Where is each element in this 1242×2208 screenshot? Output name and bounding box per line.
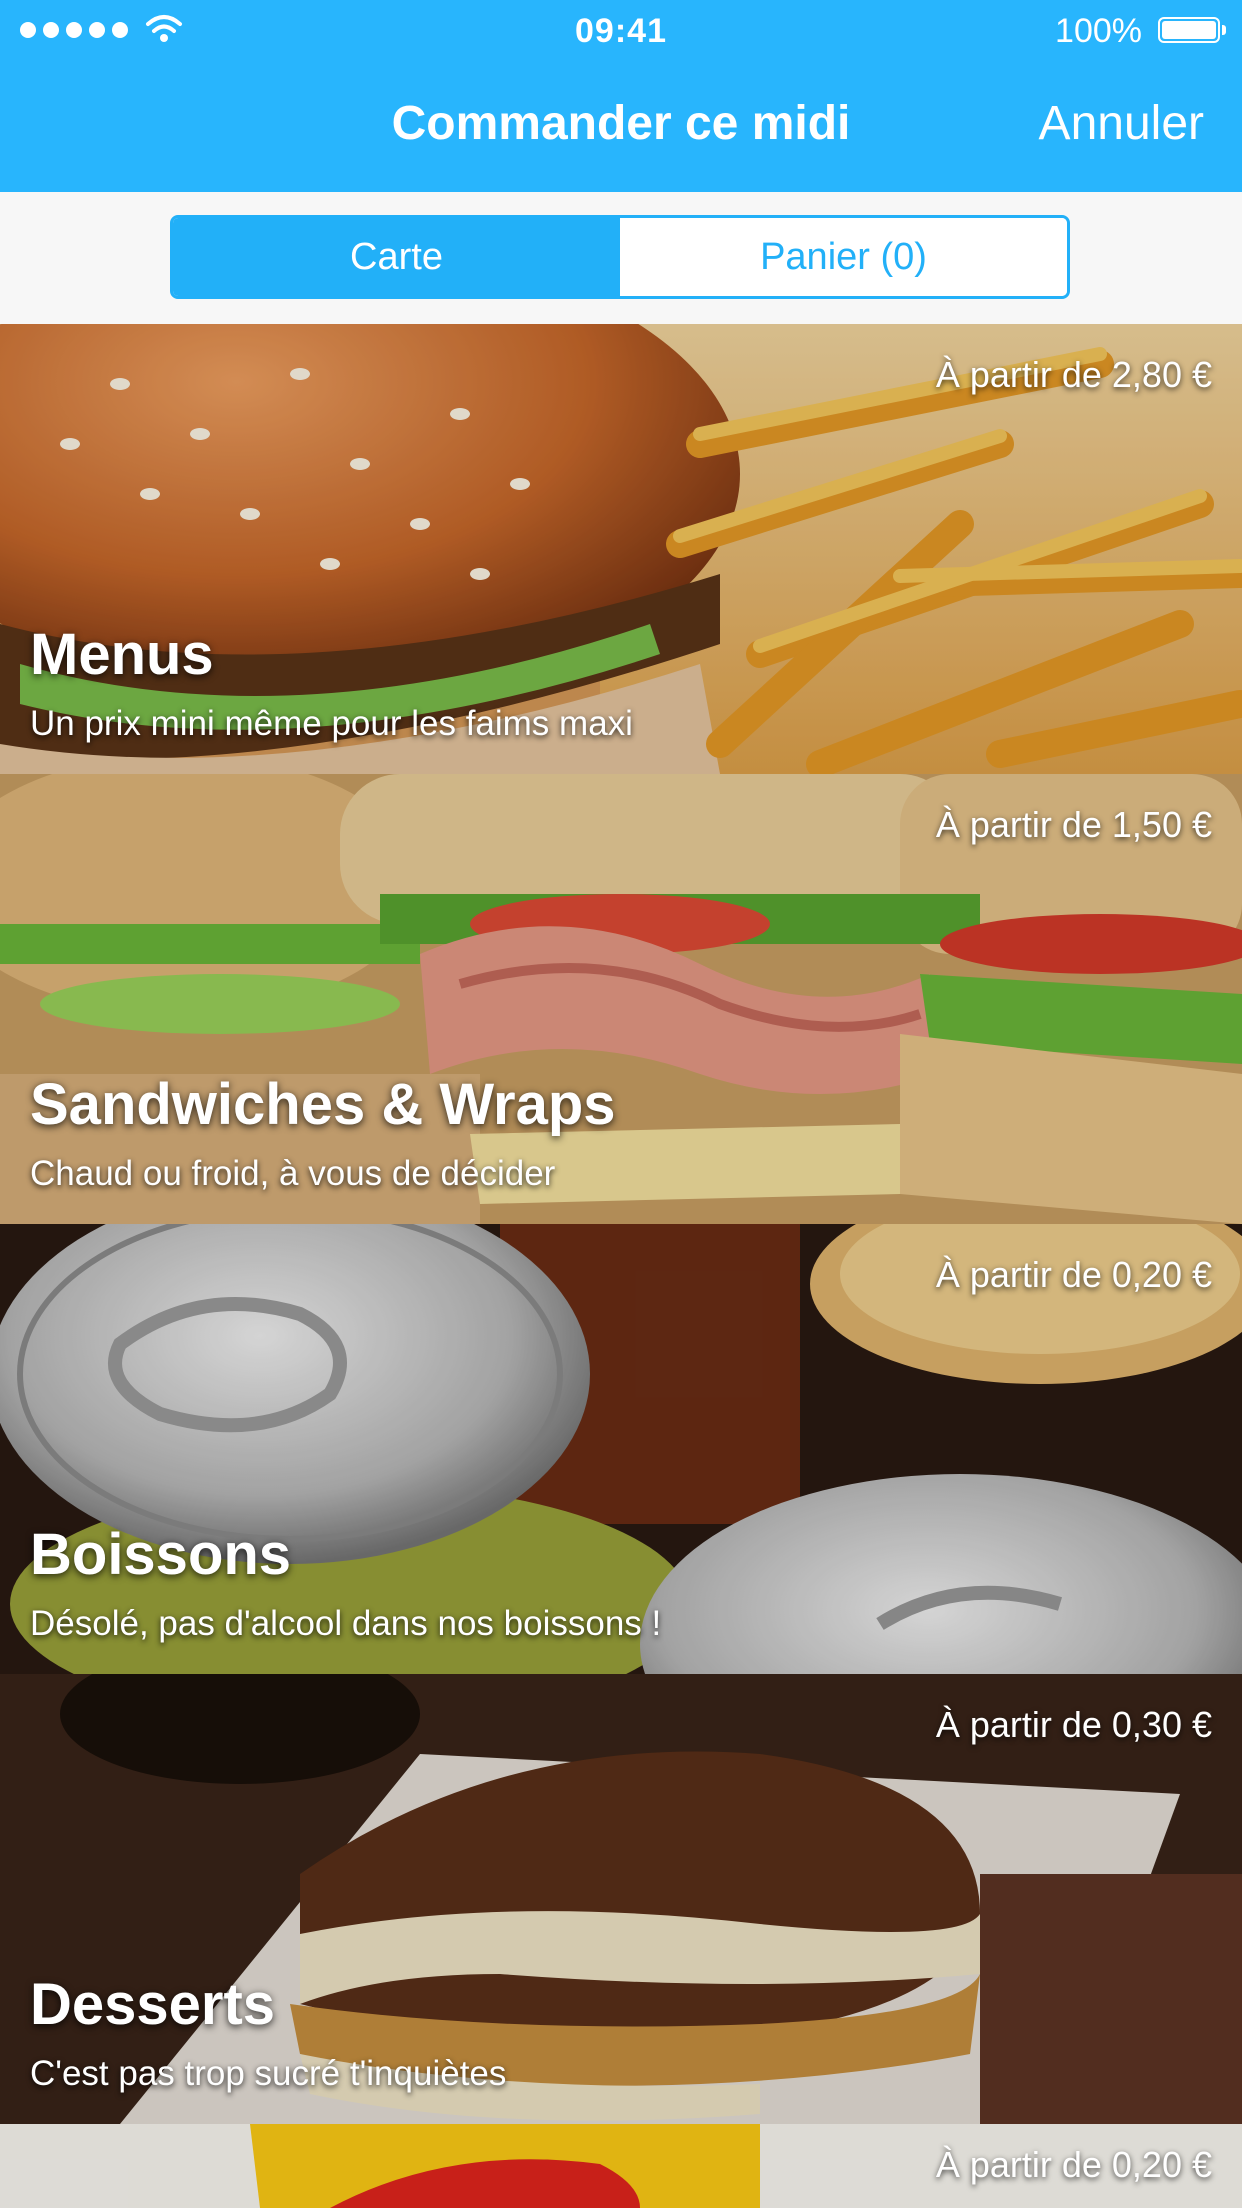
category-boissons[interactable]: À partir de 0,20 € Boissons Désolé, pas …: [0, 1224, 1242, 1674]
cancel-button[interactable]: Annuler: [1039, 96, 1204, 151]
category-snacks[interactable]: À partir de 0,20 €: [0, 2124, 1242, 2208]
tab-panier[interactable]: Panier (0): [620, 218, 1067, 296]
status-bar: 09:41 100%: [0, 0, 1242, 62]
category-title: Desserts: [30, 1972, 276, 2037]
category-title: Boissons: [30, 1522, 292, 1587]
tab-carte[interactable]: Carte: [173, 218, 620, 296]
category-price: À partir de 1,50 €: [935, 804, 1212, 845]
navigation-bar: Commander ce midi Annuler: [0, 62, 1242, 192]
category-title: Menus: [30, 622, 214, 687]
category-subtitle: Un prix mini même pour les faims maxi: [30, 704, 633, 743]
category-price: À partir de 2,80 €: [935, 354, 1212, 395]
category-title: Sandwiches & Wraps: [30, 1072, 616, 1137]
category-price: À partir de 0,30 €: [935, 1704, 1212, 1745]
category-subtitle: Chaud ou froid, à vous de décider: [30, 1154, 556, 1193]
category-price: À partir de 0,20 €: [935, 1254, 1212, 1295]
category-desserts[interactable]: À partir de 0,30 € Desserts C'est pas tr…: [0, 1674, 1242, 2124]
category-price: À partir de 0,20 €: [935, 2144, 1212, 2185]
category-sandwiches[interactable]: À partir de 1,50 € Sandwiches & Wraps Ch…: [0, 774, 1242, 1224]
battery-icon: [1158, 17, 1226, 43]
segmented-control: Carte Panier (0): [170, 215, 1070, 299]
battery-percent: 100%: [1055, 12, 1142, 50]
segment-bar: Carte Panier (0): [0, 192, 1242, 324]
category-subtitle: Désolé, pas d'alcool dans nos boissons !: [30, 1604, 662, 1643]
category-menus[interactable]: À partir de 2,80 € Menus Un prix mini mê…: [0, 324, 1242, 774]
category-subtitle: C'est pas trop sucré t'inquiètes: [30, 2054, 507, 2093]
